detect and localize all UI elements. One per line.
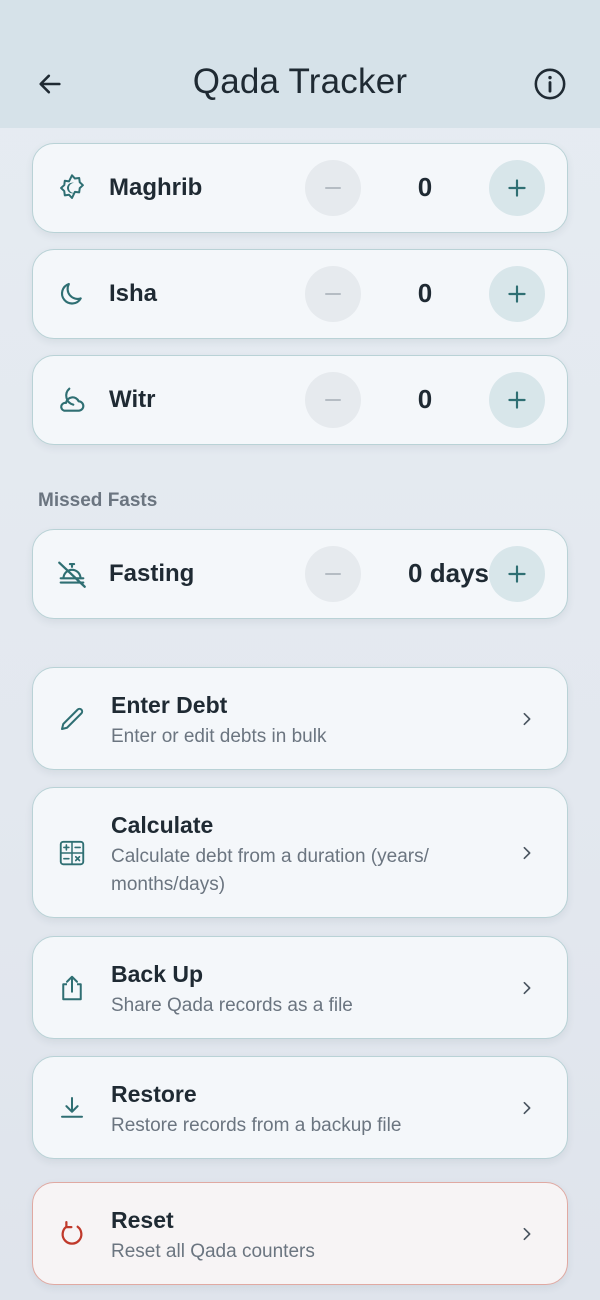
prayer-label: Isha xyxy=(109,280,158,307)
chevron-right-icon xyxy=(517,709,537,729)
chevron-right-icon xyxy=(517,843,537,863)
maghrib-icon xyxy=(55,171,89,205)
plus-icon xyxy=(508,179,526,197)
app-bar: Qada Tracker xyxy=(0,0,600,128)
action-title: Reset xyxy=(111,1207,174,1233)
no-food-icon xyxy=(55,557,89,591)
plus-icon xyxy=(508,565,526,583)
increment-button[interactable] xyxy=(489,160,545,216)
chevron-right-icon xyxy=(517,1224,537,1244)
increment-button[interactable] xyxy=(489,546,545,602)
decrement-button[interactable] xyxy=(305,546,361,602)
page-title: Qada Tracker xyxy=(192,62,408,101)
fasting-label: Fasting xyxy=(109,560,195,587)
action-subtitle: Calculate debt from a duration (years/ m… xyxy=(111,846,429,895)
restore-button[interactable]: Restore Restore records from a backup fi… xyxy=(32,1056,568,1159)
minus-icon xyxy=(325,293,341,295)
plus-icon xyxy=(508,391,526,409)
fasting-counter: Fasting 0 days xyxy=(32,529,568,619)
action-subtitle: Enter or edit debts in bulk xyxy=(111,726,327,747)
enter-debt-button[interactable]: Enter Debt Enter or edit debts in bulk xyxy=(32,667,568,770)
chevron-right-icon xyxy=(517,1098,537,1118)
reset-icon xyxy=(55,1217,89,1251)
prayer-label: Maghrib xyxy=(109,174,203,201)
info-button[interactable] xyxy=(530,64,570,104)
action-subtitle: Share Qada records as a file xyxy=(111,995,353,1016)
plus-icon xyxy=(508,285,526,303)
action-subtitle: Restore records from a backup file xyxy=(111,1115,402,1136)
prayer-label: Witr xyxy=(109,386,156,413)
download-icon xyxy=(55,1091,89,1125)
prayer-count: 0 xyxy=(417,278,433,308)
action-title: Back Up xyxy=(111,961,204,987)
calculator-icon xyxy=(55,836,89,870)
chevron-right-icon xyxy=(517,978,537,998)
action-title: Restore xyxy=(111,1081,197,1107)
back-up-button[interactable]: Back Up Share Qada records as a file xyxy=(32,936,568,1039)
minus-icon xyxy=(325,399,341,401)
action-title: Calculate xyxy=(111,812,214,838)
moon-icon xyxy=(55,277,89,311)
section-label-missed-fasts: Missed Fasts xyxy=(38,490,158,511)
minus-icon xyxy=(325,573,341,575)
pencil-icon xyxy=(55,702,89,736)
increment-button[interactable] xyxy=(489,266,545,322)
action-subtitle: Reset all Qada counters xyxy=(111,1241,315,1262)
prayer-count: 0 xyxy=(417,384,433,414)
info-circle-icon xyxy=(534,68,566,100)
action-title: Enter Debt xyxy=(111,692,228,718)
reset-button[interactable]: Reset Reset all Qada counters xyxy=(32,1182,568,1285)
prayer-counter-witr: Witr 0 xyxy=(32,355,568,445)
increment-button[interactable] xyxy=(489,372,545,428)
share-upload-icon xyxy=(55,971,89,1005)
fasting-count: 0 days xyxy=(408,558,489,588)
moon-cloud-icon xyxy=(55,383,89,417)
minus-icon xyxy=(325,187,341,189)
calculate-button[interactable]: Calculate Calculate debt from a duration… xyxy=(32,787,568,918)
prayer-counter-isha: Isha 0 xyxy=(32,249,568,339)
prayer-counter-maghrib: Maghrib 0 xyxy=(32,143,568,233)
prayer-count: 0 xyxy=(417,172,433,202)
